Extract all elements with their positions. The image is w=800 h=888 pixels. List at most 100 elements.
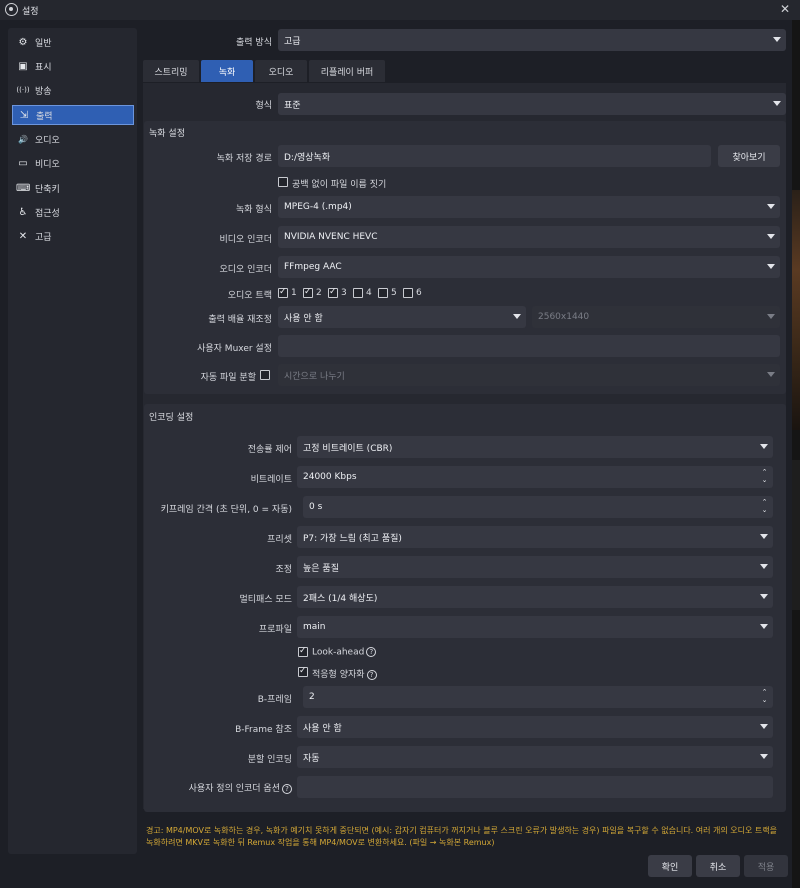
preset-select[interactable]: P7: 가장 느림 (최고 품질) (297, 526, 773, 548)
gear-icon: ⚙ (18, 36, 28, 48)
close-icon[interactable]: ✕ (780, 2, 790, 16)
broadcast-icon: ((·)) (16, 86, 30, 94)
spinner-arrows-icon[interactable]: ⌃ ⌄ (760, 498, 769, 516)
display-icon: ▣ (18, 60, 28, 72)
lookahead-row: Look-ahead? (312, 647, 377, 658)
sidebar: ⚙ 일반 ▣ 표시 ((·)) 방송 ⇲ 출력 🔊 오디오 ▭ 비디오 ⌨ 단축… (8, 28, 137, 854)
rescale-resolution-select[interactable]: 2560x1440 (532, 306, 780, 328)
split-mode-select[interactable]: 시간으로 나누기 (278, 364, 780, 386)
rate-control-select[interactable]: 고정 비트레이트 (CBR) (297, 436, 773, 458)
chevron-down-icon (767, 370, 776, 379)
sidebar-item-label: 방송 (35, 86, 52, 97)
auto-split-checkbox[interactable] (260, 370, 270, 380)
rec-format-value: MPEG-4 (.mp4) (284, 202, 352, 212)
audio-track-label: 오디오 트랙 (227, 291, 272, 301)
split-encode-label: 분할 인코딩 (247, 755, 292, 765)
sidebar-item-display[interactable]: ▣ 표시 (12, 56, 134, 76)
bitrate-input[interactable]: 24000 Kbps ⌃ ⌄ (297, 466, 773, 488)
help-icon[interactable]: ? (366, 669, 377, 680)
sidebar-item-general[interactable]: ⚙ 일반 (12, 32, 134, 52)
bitrate-label: 비트레이트 (250, 475, 292, 485)
video-encoder-select[interactable]: NVIDIA NVENC HEVC (278, 226, 780, 248)
track-4-checkbox[interactable] (353, 288, 363, 298)
sidebar-item-accessibility[interactable]: ♿ 접근성 (12, 202, 134, 222)
bframes-value: 2 (309, 692, 315, 702)
tuning-select[interactable]: 높은 품질 (297, 556, 773, 578)
adaptive-quant-checkbox[interactable] (298, 666, 308, 677)
output-mode-label: 출력 방식 (236, 38, 272, 48)
split-mode-value: 시간으로 나누기 (284, 371, 345, 382)
speaker-icon: 🔊 (18, 134, 28, 144)
rec-format-select[interactable]: MPEG-4 (.mp4) (278, 196, 780, 218)
no-space-checkbox[interactable] (278, 177, 288, 187)
spinner-arrows-icon[interactable]: ⌃ ⌄ (760, 688, 769, 706)
rate-control-value: 고정 비트레이트 (CBR) (303, 443, 393, 454)
profile-select[interactable]: main (297, 616, 773, 638)
audio-encoder-select[interactable]: FFmpeg AAC (278, 256, 780, 278)
rec-format-label: 녹화 형식 (236, 205, 272, 215)
format-select[interactable]: 표준 (278, 93, 786, 115)
sidebar-item-output[interactable]: ⇲ 출력 (12, 105, 134, 125)
chevron-down-icon (513, 312, 522, 321)
chevron-down-icon (767, 202, 776, 211)
track-6-checkbox[interactable] (403, 288, 413, 298)
sidebar-item-label: 표시 (35, 62, 52, 73)
muxer-input[interactable] (278, 335, 780, 357)
split-encode-value: 자동 (303, 753, 320, 764)
keyframe-input[interactable]: 0 s ⌃ ⌄ (303, 496, 773, 518)
tools-icon: ✕ (18, 230, 28, 242)
sidebar-item-hotkeys[interactable]: ⌨ 단축키 (12, 178, 134, 198)
sidebar-item-label: 단축키 (35, 184, 60, 195)
split-encode-select[interactable]: 자동 (297, 746, 773, 768)
help-icon[interactable]: ? (366, 647, 377, 657)
track-3-checkbox[interactable] (328, 287, 338, 298)
accessibility-icon: ♿ (18, 206, 28, 218)
cancel-button[interactable]: 취소 (696, 855, 740, 877)
encoder-settings-title: 인코딩 설정 (149, 413, 194, 423)
chevron-down-icon (767, 232, 776, 241)
sidebar-item-audio[interactable]: 🔊 오디오 (12, 129, 134, 149)
tuning-value: 높은 품질 (303, 563, 339, 574)
rate-control-label: 전송률 제어 (247, 445, 292, 455)
browse-button[interactable]: 찾아보기 (718, 145, 780, 167)
bframes-input[interactable]: 2 ⌃ ⌄ (303, 686, 773, 708)
preset-value: P7: 가장 느림 (최고 품질) (303, 533, 402, 544)
track-1-checkbox[interactable] (278, 287, 288, 298)
spinner-arrows-icon[interactable]: ⌃ ⌄ (760, 468, 769, 486)
sidebar-item-label: 오디오 (35, 135, 60, 146)
custom-options-input[interactable] (297, 776, 773, 798)
track-6-label: 6 (416, 288, 422, 298)
ok-button[interactable]: 확인 (648, 855, 692, 877)
sidebar-item-label: 접근성 (35, 208, 60, 219)
lookahead-checkbox[interactable] (298, 646, 308, 657)
rescale-label: 출력 배율 재조정 (208, 315, 272, 325)
tab-recording[interactable]: 녹화 (201, 60, 253, 82)
tab-replay-buffer[interactable]: 리플레이 버퍼 (309, 60, 385, 82)
format-label: 형식 (255, 101, 272, 111)
muxer-label: 사용자 Muxer 설정 (197, 344, 272, 354)
multipass-select[interactable]: 2패스 (1/4 해상도) (297, 586, 773, 608)
path-input[interactable]: D:/영상녹화 (278, 145, 711, 167)
chevron-down-icon (760, 752, 769, 761)
track-5-checkbox[interactable] (378, 288, 388, 298)
sidebar-item-advanced[interactable]: ✕ 고급 (12, 226, 134, 246)
tab-audio[interactable]: 오디오 (255, 60, 307, 82)
background-window-strip (792, 20, 800, 888)
tab-streaming[interactable]: 스트리밍 (143, 60, 199, 82)
track-2-checkbox[interactable] (303, 287, 313, 298)
sidebar-item-label: 고급 (35, 232, 52, 243)
multipass-value: 2패스 (1/4 해상도) (303, 593, 378, 604)
no-space-label: 공백 없이 파일 이름 짓기 (292, 180, 387, 190)
window-title: 설정 (22, 7, 39, 17)
sidebar-item-video[interactable]: ▭ 비디오 (12, 153, 134, 173)
apply-button[interactable]: 적용 (744, 855, 788, 877)
sidebar-item-broadcast[interactable]: ((·)) 방송 (12, 80, 134, 100)
output-mode-select[interactable]: 고급 (278, 29, 786, 51)
help-icon[interactable]: ? (282, 783, 292, 794)
monitor-icon: ▭ (18, 157, 28, 169)
bframe-ref-select[interactable]: 사용 안 함 (297, 716, 773, 738)
output-mode-value: 고급 (284, 36, 301, 47)
rescale-select[interactable]: 사용 안 함 (278, 306, 526, 328)
rescale-resolution-value: 2560x1440 (538, 312, 590, 322)
track-2-label: 2 (316, 288, 322, 298)
